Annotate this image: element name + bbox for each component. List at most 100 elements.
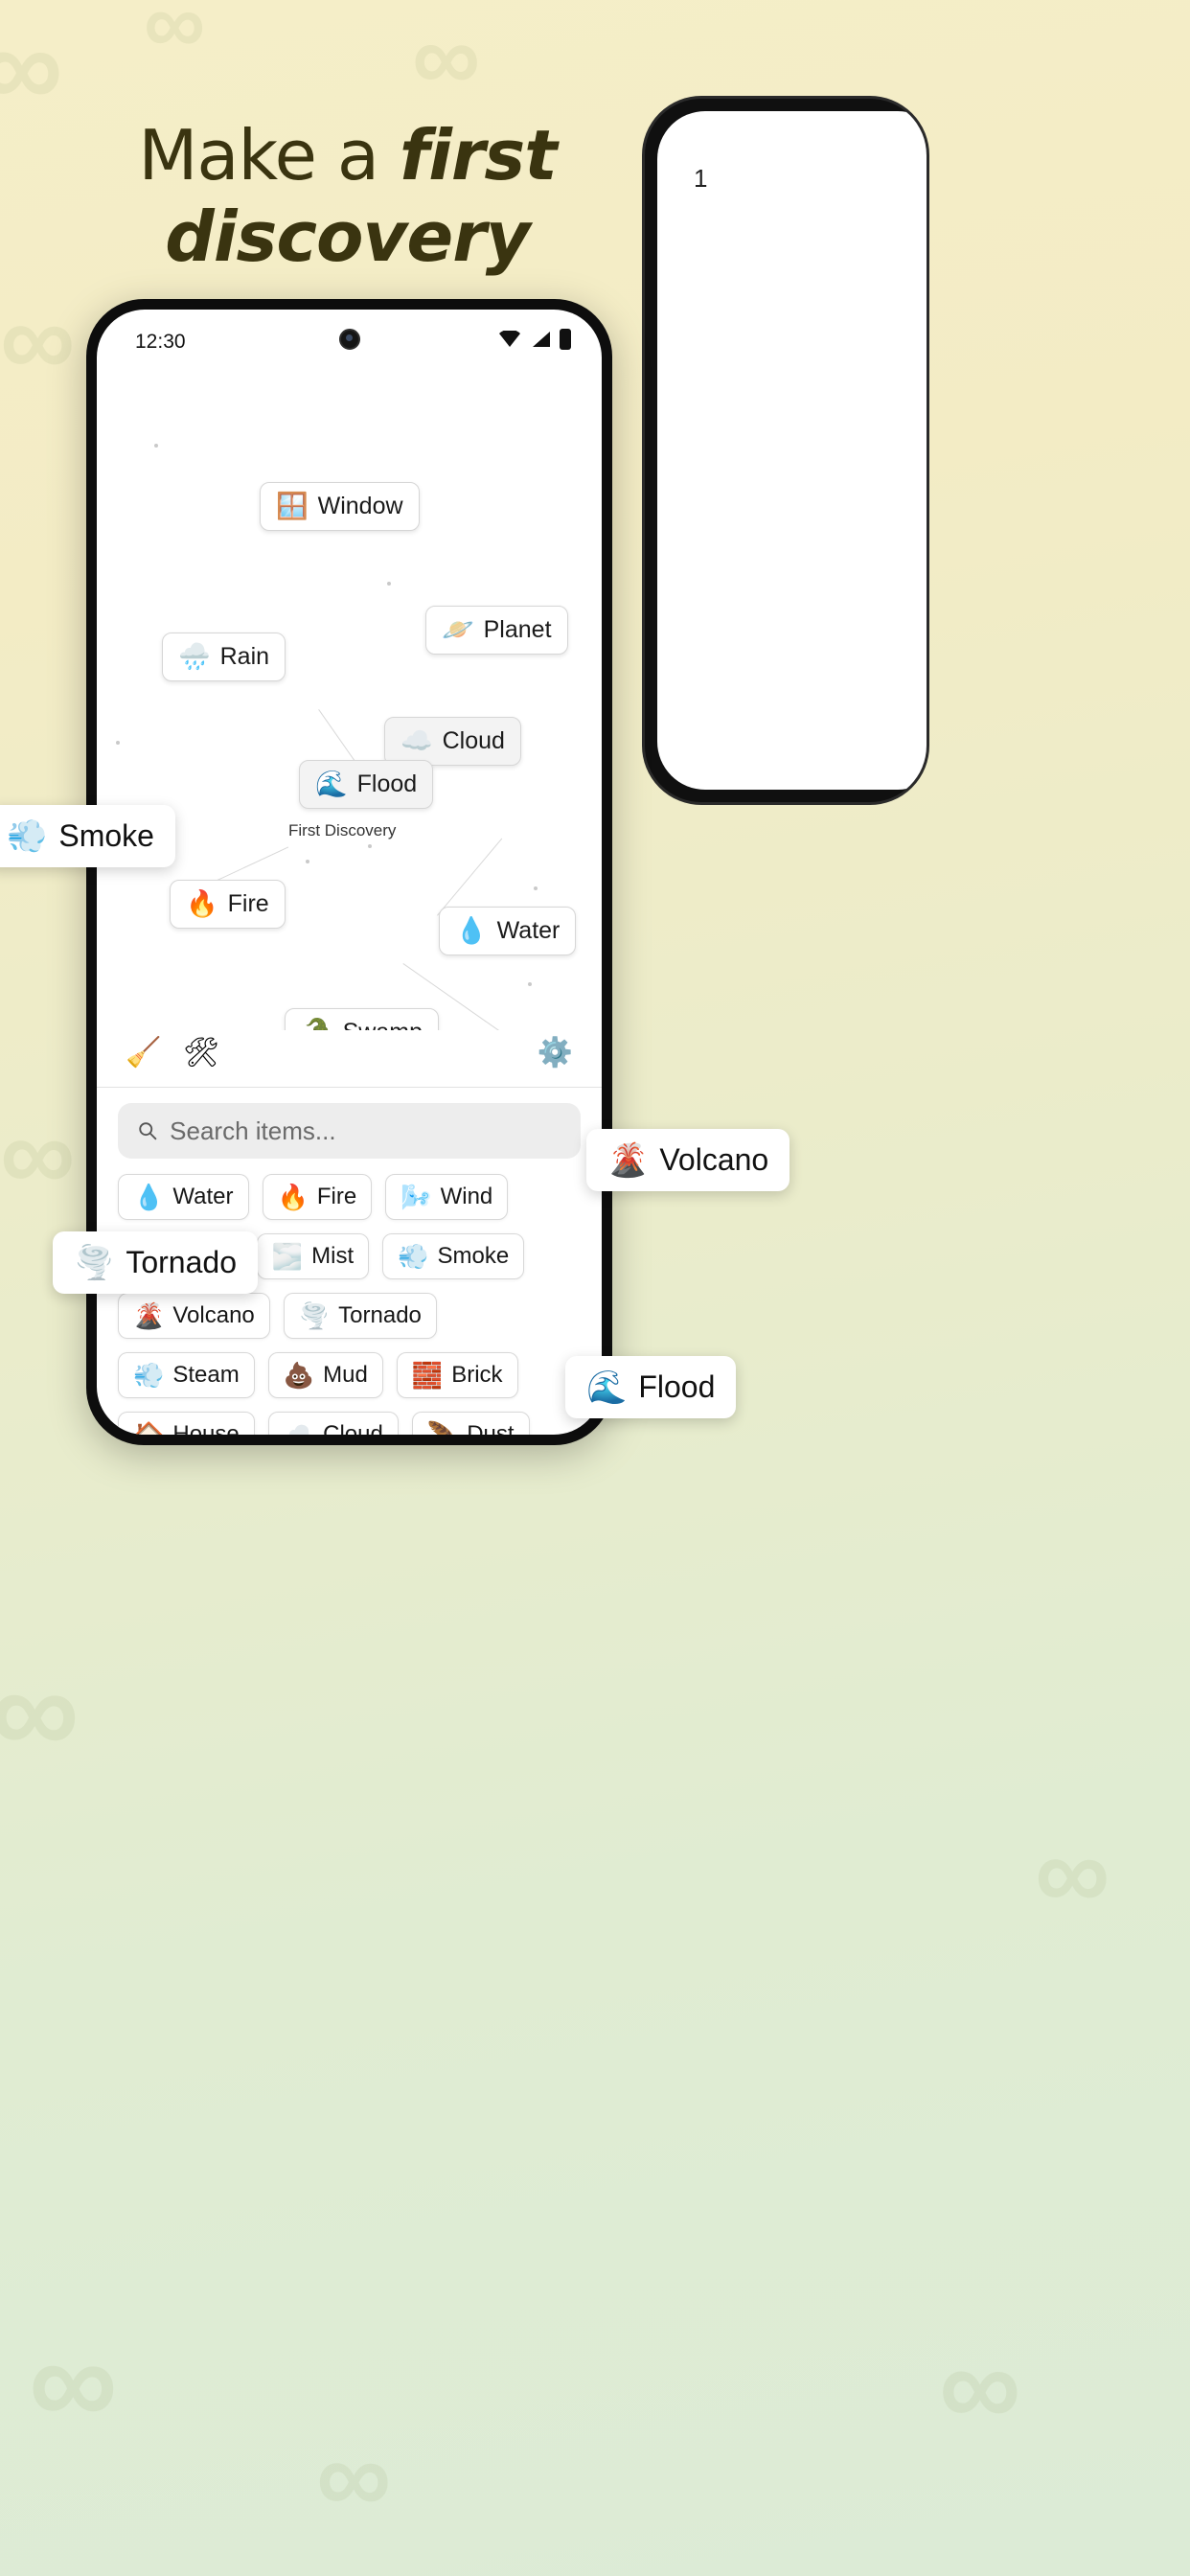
palette-item[interactable]: 🔥 Fire bbox=[262, 1174, 373, 1220]
palette-item[interactable]: 🌫️ Mist bbox=[256, 1233, 370, 1279]
headline-line2-emphasis: discovery bbox=[165, 196, 530, 277]
floating-chip[interactable]: 🌪️ Tornado bbox=[53, 1231, 258, 1294]
gear-icon[interactable]: ⚙️ bbox=[538, 1036, 573, 1070]
canvas-dot bbox=[116, 741, 120, 745]
watermark: ∞ bbox=[0, 1641, 80, 1781]
canvas-node[interactable]: 🌊 Flood bbox=[299, 760, 434, 809]
item-palette[interactable]: 💧Water🔥Fire🌬️Wind🌍Earth🌫️Mist💨Smoke🌋Volc… bbox=[97, 1168, 602, 1435]
broom-icon[interactable]: 🧹 bbox=[126, 1036, 161, 1070]
floating-chip-label: Flood bbox=[638, 1369, 716, 1404]
floating-chip[interactable]: 🌋 Volcano bbox=[586, 1129, 790, 1191]
canvas-node-label: Fire bbox=[227, 890, 269, 917]
palette-item-label: Tornado bbox=[338, 1302, 422, 1328]
wifi-icon bbox=[499, 331, 520, 347]
canvas-node-emoji: 🪟 bbox=[276, 492, 309, 520]
canvas-dot bbox=[534, 886, 538, 890]
palette-item[interactable]: 💩 Mud bbox=[267, 1352, 383, 1398]
palette-item-label: Mist bbox=[311, 1243, 355, 1269]
headline-line1-prefix: Make a bbox=[138, 115, 400, 196]
watermark: ∞ bbox=[412, 4, 481, 111]
palette-item-emoji: 🏠 bbox=[133, 1420, 165, 1435]
palette-item-emoji: 🌬️ bbox=[400, 1183, 432, 1211]
canvas-node-emoji: ☁️ bbox=[400, 726, 433, 755]
search-icon bbox=[139, 1122, 157, 1140]
filter-icon[interactable]: 🛠 bbox=[183, 1036, 219, 1070]
palette-item[interactable]: 💨 Steam bbox=[118, 1352, 255, 1398]
canvas-node-emoji: 💧 bbox=[455, 916, 488, 945]
status-icons bbox=[498, 329, 571, 350]
palette-item-label: Brick bbox=[451, 1362, 503, 1388]
palette-item-emoji: 🌋 bbox=[133, 1301, 165, 1330]
palette-item-emoji: 💧 bbox=[133, 1183, 165, 1211]
palette-item-label: Dust bbox=[467, 1421, 515, 1435]
floating-chip-label: Smoke bbox=[58, 818, 154, 853]
canvas-node-label: Flood bbox=[356, 770, 418, 797]
watermark: ∞ bbox=[0, 3, 63, 131]
palette-item[interactable]: ☁️ Cloud bbox=[267, 1412, 399, 1435]
search-box[interactable] bbox=[118, 1103, 581, 1159]
signal-icon bbox=[533, 332, 550, 347]
palette-item-emoji: 💨 bbox=[133, 1361, 165, 1390]
palette-item-label: Steam bbox=[172, 1362, 240, 1388]
canvas-node[interactable]: 💧 Water bbox=[439, 907, 577, 955]
palette-item[interactable]: 🌪️ Tornado bbox=[283, 1293, 437, 1339]
canvas-node[interactable]: 🪟 Window bbox=[260, 482, 420, 531]
watermark: ∞ bbox=[316, 2418, 392, 2536]
canvas-node-label: Window bbox=[317, 493, 403, 519]
canvas-node-emoji: 🐊 bbox=[301, 1020, 333, 1031]
secondary-phone-status-text: 1 bbox=[694, 164, 708, 193]
floating-chip[interactable]: 🌊 Flood bbox=[565, 1356, 737, 1418]
canvas-node[interactable]: 🌧️ Rain bbox=[162, 632, 286, 681]
palette-item[interactable]: 🪶 Dust bbox=[411, 1412, 530, 1435]
status-time: 12:30 bbox=[135, 331, 186, 353]
floating-chip[interactable]: 💨 Smoke bbox=[0, 805, 175, 867]
watermark: ∞ bbox=[1035, 1814, 1110, 1932]
palette-item[interactable]: 💨 Smoke bbox=[382, 1233, 525, 1279]
canvas-node[interactable]: ☁️ Cloud bbox=[384, 717, 521, 766]
palette-item[interactable]: 🌬️ Wind bbox=[385, 1174, 509, 1220]
canvas-toolbar: 🧹 🛠 ⚙️ bbox=[97, 1030, 602, 1088]
canvas-node[interactable]: 🐊 Swamp bbox=[285, 1008, 439, 1030]
canvas-dot bbox=[306, 860, 309, 863]
palette-item[interactable]: 💧 Water bbox=[118, 1174, 249, 1220]
watermark: ∞ bbox=[29, 2312, 118, 2451]
front-camera bbox=[338, 329, 360, 350]
canvas-node-label: Cloud bbox=[442, 727, 505, 754]
palette-item-label: Fire bbox=[316, 1184, 357, 1209]
canvas-node-label: Rain bbox=[219, 643, 270, 670]
floating-chip-label: Volcano bbox=[659, 1142, 769, 1177]
discovery-canvas[interactable]: 🪟 Window 🪐 Planet 🌧️ Rain ☁️ Cloud 🌊 Flood 🔥 Fire 💧 W… bbox=[97, 369, 602, 1030]
canvas-node-label: Water bbox=[496, 917, 561, 944]
canvas-node-emoji: 🪐 bbox=[442, 615, 474, 644]
palette-item-emoji: 🔥 bbox=[277, 1183, 309, 1211]
canvas-node-emoji: 🌊 bbox=[315, 770, 348, 798]
battery-icon bbox=[560, 329, 571, 350]
canvas-node-label: Swamp bbox=[343, 1019, 423, 1030]
canvas-node-label: Planet bbox=[483, 616, 552, 643]
floating-chip-emoji: 💨 bbox=[7, 817, 48, 855]
secondary-phone-screen: 1 bbox=[657, 111, 927, 790]
search-input[interactable] bbox=[170, 1116, 561, 1146]
canvas-node[interactable]: 🪐 Planet bbox=[425, 606, 568, 655]
floating-chip-emoji: 🌊 bbox=[586, 1368, 628, 1406]
palette-item-emoji: 🧱 bbox=[411, 1361, 444, 1390]
palette-item-emoji: 🌪️ bbox=[298, 1301, 331, 1330]
floating-chip-emoji: 🌪️ bbox=[74, 1244, 115, 1281]
canvas-node-emoji: 🌧️ bbox=[178, 642, 211, 671]
palette-item[interactable]: 🌋 Volcano bbox=[118, 1293, 270, 1339]
palette-item[interactable]: 🏠 House bbox=[118, 1412, 255, 1435]
canvas-dot bbox=[368, 844, 372, 848]
canvas-node[interactable]: 🔥 Fire bbox=[170, 880, 286, 929]
watermark: ∞ bbox=[0, 281, 76, 399]
palette-item-label: Water bbox=[172, 1184, 234, 1209]
palette-item-emoji: 💩 bbox=[283, 1361, 315, 1390]
palette-item-emoji: 🪶 bbox=[426, 1420, 459, 1435]
canvas-dot bbox=[154, 444, 158, 448]
connector-line bbox=[437, 838, 503, 916]
palette-item-label: Wind bbox=[440, 1184, 493, 1209]
secondary-phone-mockup: 1 bbox=[642, 96, 929, 805]
canvas-dot bbox=[387, 582, 391, 586]
palette-item-label: Volcano bbox=[172, 1302, 255, 1328]
palette-item[interactable]: 🧱 Brick bbox=[396, 1352, 518, 1398]
palette-item-emoji: 🌫️ bbox=[271, 1242, 304, 1271]
